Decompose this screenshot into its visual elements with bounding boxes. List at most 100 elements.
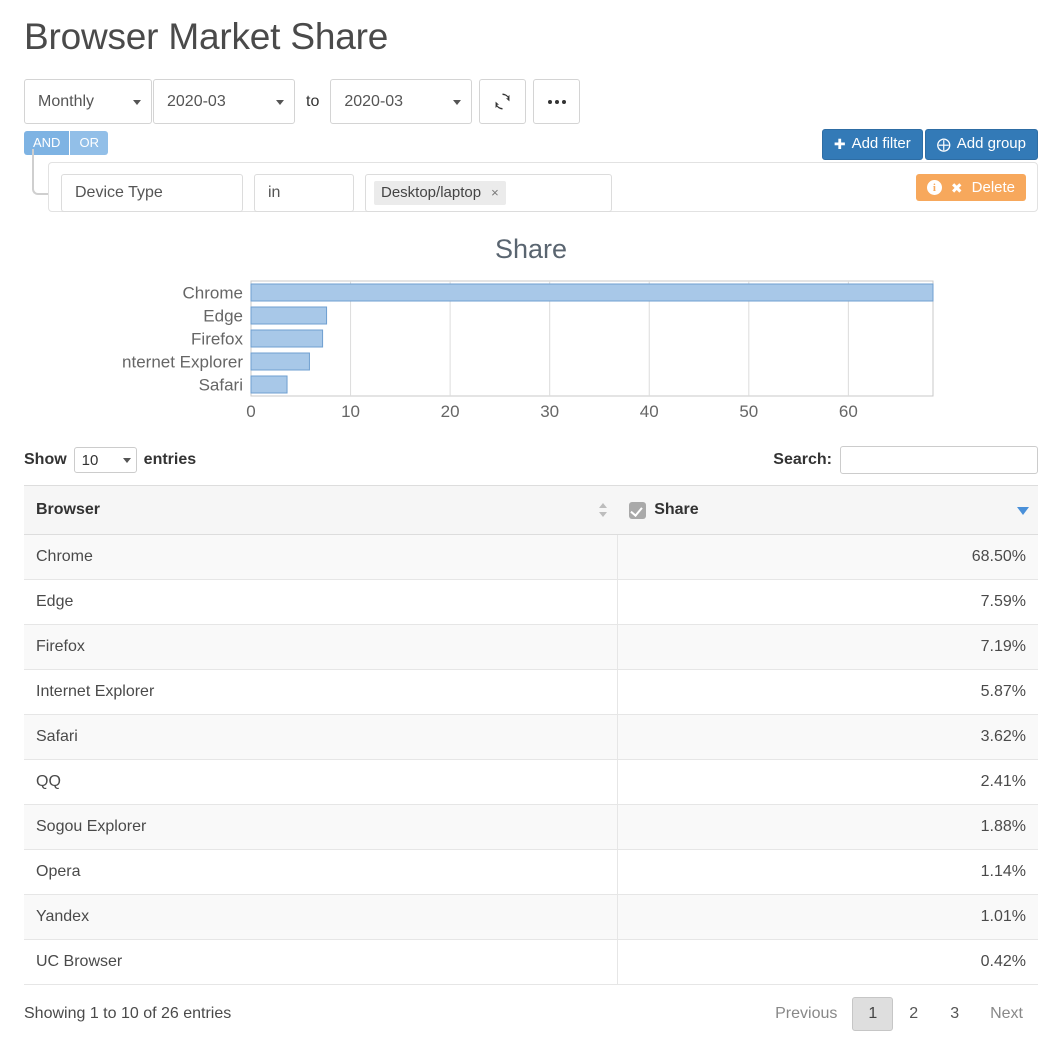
date-from-select[interactable]: 2020-03: [153, 79, 295, 125]
bar-chart-svg: 0 10 20 30 40 50 60 Chrome Edge Firefox Internet E…: [121, 280, 934, 421]
add-group-label: Add group: [956, 135, 1026, 153]
chevron-down-icon: [276, 99, 284, 105]
date-to-select[interactable]: 2020-03: [330, 79, 473, 125]
cell-browser: Safari: [24, 714, 618, 761]
chevron-down-icon: [133, 99, 141, 105]
cell-browser: UC Browser: [24, 939, 618, 986]
bar-chart: 0 10 20 30 40 50 60 Chrome Edge Firefox Internet E…: [121, 279, 941, 424]
rule-operator-value: in: [268, 184, 281, 202]
table-row[interactable]: Firefox 7.19%: [24, 624, 1038, 671]
table-head: Browser Share: [24, 485, 1038, 536]
sort-both-icon: [599, 502, 608, 518]
bar: [250, 283, 934, 302]
cell-browser: Chrome: [24, 534, 618, 581]
pagination: Previous 1 2 3 Next: [760, 997, 1038, 1031]
plus-icon: ✚: [833, 136, 846, 153]
value-tag: Desktop/laptop ×: [374, 181, 506, 206]
x-tick-label: 0: [246, 402, 255, 421]
value-tag-label: Desktop/laptop: [381, 184, 482, 202]
x-tick-label: 40: [640, 402, 659, 421]
x-tick-label: 10: [341, 402, 360, 421]
period-select[interactable]: Monthly: [24, 79, 152, 125]
column-header-browser[interactable]: Browser: [24, 485, 618, 536]
cell-share: 3.62%: [616, 714, 1038, 761]
page-root: Browser Market Share Monthly 2020-03 to …: [0, 0, 1062, 1062]
ellipsis-icon: [547, 99, 566, 104]
page-length-control: Show 10 entries: [24, 447, 197, 474]
browser-share-table: Browser Share Chrome 68.50% Edge 7.59% Firef…: [24, 485, 1038, 986]
x-tick-label: 30: [540, 402, 559, 421]
chart-block: Share 0 10 20 30 40 50 60 Chrome Edge Firefox Inte…: [24, 234, 1038, 424]
table-info: Showing 1 to 10 of 26 entries: [24, 1005, 232, 1023]
table-row[interactable]: Edge 7.59%: [24, 579, 1038, 626]
value-tag-remove-icon[interactable]: ×: [491, 185, 499, 200]
filter-rule: Device Type in Desktop/laptop ×: [61, 174, 1025, 213]
add-filter-button[interactable]: ✚ Add filter: [821, 129, 923, 161]
delete-rule-button[interactable]: i ✖ Delete: [915, 174, 1026, 202]
period-select-value: Monthly: [38, 92, 95, 110]
table-row[interactable]: Opera 1.14%: [24, 849, 1038, 896]
page-length-select[interactable]: 10: [73, 447, 137, 474]
table-row[interactable]: QQ 2.41%: [24, 759, 1038, 806]
search-label: Search:: [773, 451, 832, 469]
cell-share: 68.50%: [616, 534, 1038, 581]
y-tick-label: Firefox: [191, 330, 243, 349]
bar: [250, 306, 328, 325]
pagination-page-1[interactable]: 1: [852, 997, 894, 1031]
page-title: Browser Market Share: [24, 16, 389, 57]
rule-value-input[interactable]: Desktop/laptop ×: [365, 174, 612, 213]
y-tick-label: Safari: [199, 376, 243, 395]
column-header-share-inner: Share: [629, 501, 1026, 519]
rule-operator-select[interactable]: in: [254, 174, 354, 213]
table-row[interactable]: Chrome 68.50%: [24, 534, 1038, 581]
bar: [250, 375, 288, 394]
refresh-button[interactable]: [479, 79, 527, 125]
search-input[interactable]: [840, 446, 1038, 475]
checkbox-checked-icon[interactable]: [629, 501, 647, 519]
filter-actions: ✚ Add filter ⨁ Add group: [821, 129, 1038, 161]
pagination-page-3[interactable]: 3: [934, 997, 975, 1031]
table-row[interactable]: Sogou Explorer 1.88%: [24, 804, 1038, 851]
column-header-share[interactable]: Share: [617, 485, 1038, 536]
date-from-value: 2020-03: [167, 92, 226, 110]
column-header-browser-label: Browser: [36, 501, 101, 519]
table-footer: Showing 1 to 10 of 26 entries Previous 1 2…: [24, 997, 1038, 1031]
pagination-previous[interactable]: Previous: [760, 997, 852, 1031]
table-body: Chrome 68.50% Edge 7.59% Firefox 7.19% Interne…: [24, 534, 1038, 986]
filter-rule-container: Device Type in Desktop/laptop × i ✖ Dele…: [48, 162, 1038, 213]
to-label: to: [306, 92, 320, 110]
or-button[interactable]: OR: [69, 130, 108, 155]
x-tick-label: 60: [839, 402, 858, 421]
date-to-value: 2020-03: [344, 92, 404, 110]
x-tick-label: 50: [739, 402, 758, 421]
date-range-toolbar: Monthly 2020-03 to 2020-03: [24, 79, 1038, 125]
cell-browser: Yandex: [24, 894, 618, 941]
bar: [250, 352, 310, 371]
add-filter-label: Add filter: [851, 135, 911, 153]
sort-desc-icon: [1017, 507, 1029, 516]
filter-group: Device Type in Desktop/laptop × i ✖ Dele…: [32, 149, 1038, 213]
y-tick-label: Edge: [203, 307, 243, 326]
bar: [250, 329, 324, 348]
y-tick-label: Chrome: [183, 284, 243, 303]
cell-share: 1.14%: [616, 849, 1038, 896]
refresh-icon: [495, 93, 510, 110]
rule-field-select[interactable]: Device Type: [61, 174, 243, 213]
more-options-button[interactable]: [533, 79, 581, 125]
table-row[interactable]: UC Browser 0.42%: [24, 939, 1038, 986]
cell-share: 2.41%: [616, 759, 1038, 806]
table-row[interactable]: Internet Explorer 5.87%: [24, 669, 1038, 716]
page-length-value: 10: [81, 451, 99, 469]
y-tick-label: Internet Explorer: [121, 353, 243, 372]
cell-share: 5.87%: [616, 669, 1038, 716]
pagination-next[interactable]: Next: [975, 997, 1038, 1031]
plus-circle-icon: ⨁: [936, 136, 951, 153]
pagination-page-2[interactable]: 2: [893, 997, 934, 1031]
table-row[interactable]: Safari 3.62%: [24, 714, 1038, 761]
table-row[interactable]: Yandex 1.01%: [24, 894, 1038, 941]
cell-share: 7.19%: [616, 624, 1038, 671]
add-group-button[interactable]: ⨁ Add group: [924, 129, 1038, 161]
x-tick-label: 20: [441, 402, 460, 421]
entries-label: entries: [143, 451, 197, 469]
cell-share: 0.42%: [616, 939, 1038, 986]
